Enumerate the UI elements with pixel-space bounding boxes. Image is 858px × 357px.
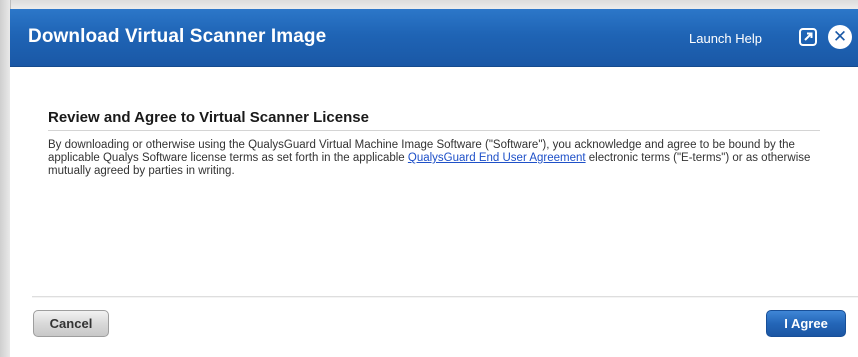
eula-link[interactable]: QualysGuard End User Agreement xyxy=(408,152,586,164)
section-divider xyxy=(48,130,820,131)
download-dialog: Download Virtual Scanner Image Launch He… xyxy=(0,0,858,357)
agree-button[interactable]: I Agree xyxy=(766,310,846,337)
launch-help-link[interactable]: Launch Help xyxy=(689,31,762,46)
dialog-header: Download Virtual Scanner Image Launch He… xyxy=(10,9,858,67)
frame-top-edge xyxy=(0,0,858,9)
dialog-title: Download Virtual Scanner Image xyxy=(28,26,327,47)
dialog-body: Review and Agree to Virtual Scanner Lice… xyxy=(10,67,858,357)
close-icon[interactable]: ✕ xyxy=(828,25,852,49)
cancel-button[interactable]: Cancel xyxy=(33,310,109,337)
popout-icon[interactable] xyxy=(799,28,817,46)
license-text: By downloading or otherwise using the Qu… xyxy=(48,139,823,178)
footer-divider-highlight xyxy=(32,297,858,298)
section-title: Review and Agree to Virtual Scanner Lice… xyxy=(48,109,369,126)
